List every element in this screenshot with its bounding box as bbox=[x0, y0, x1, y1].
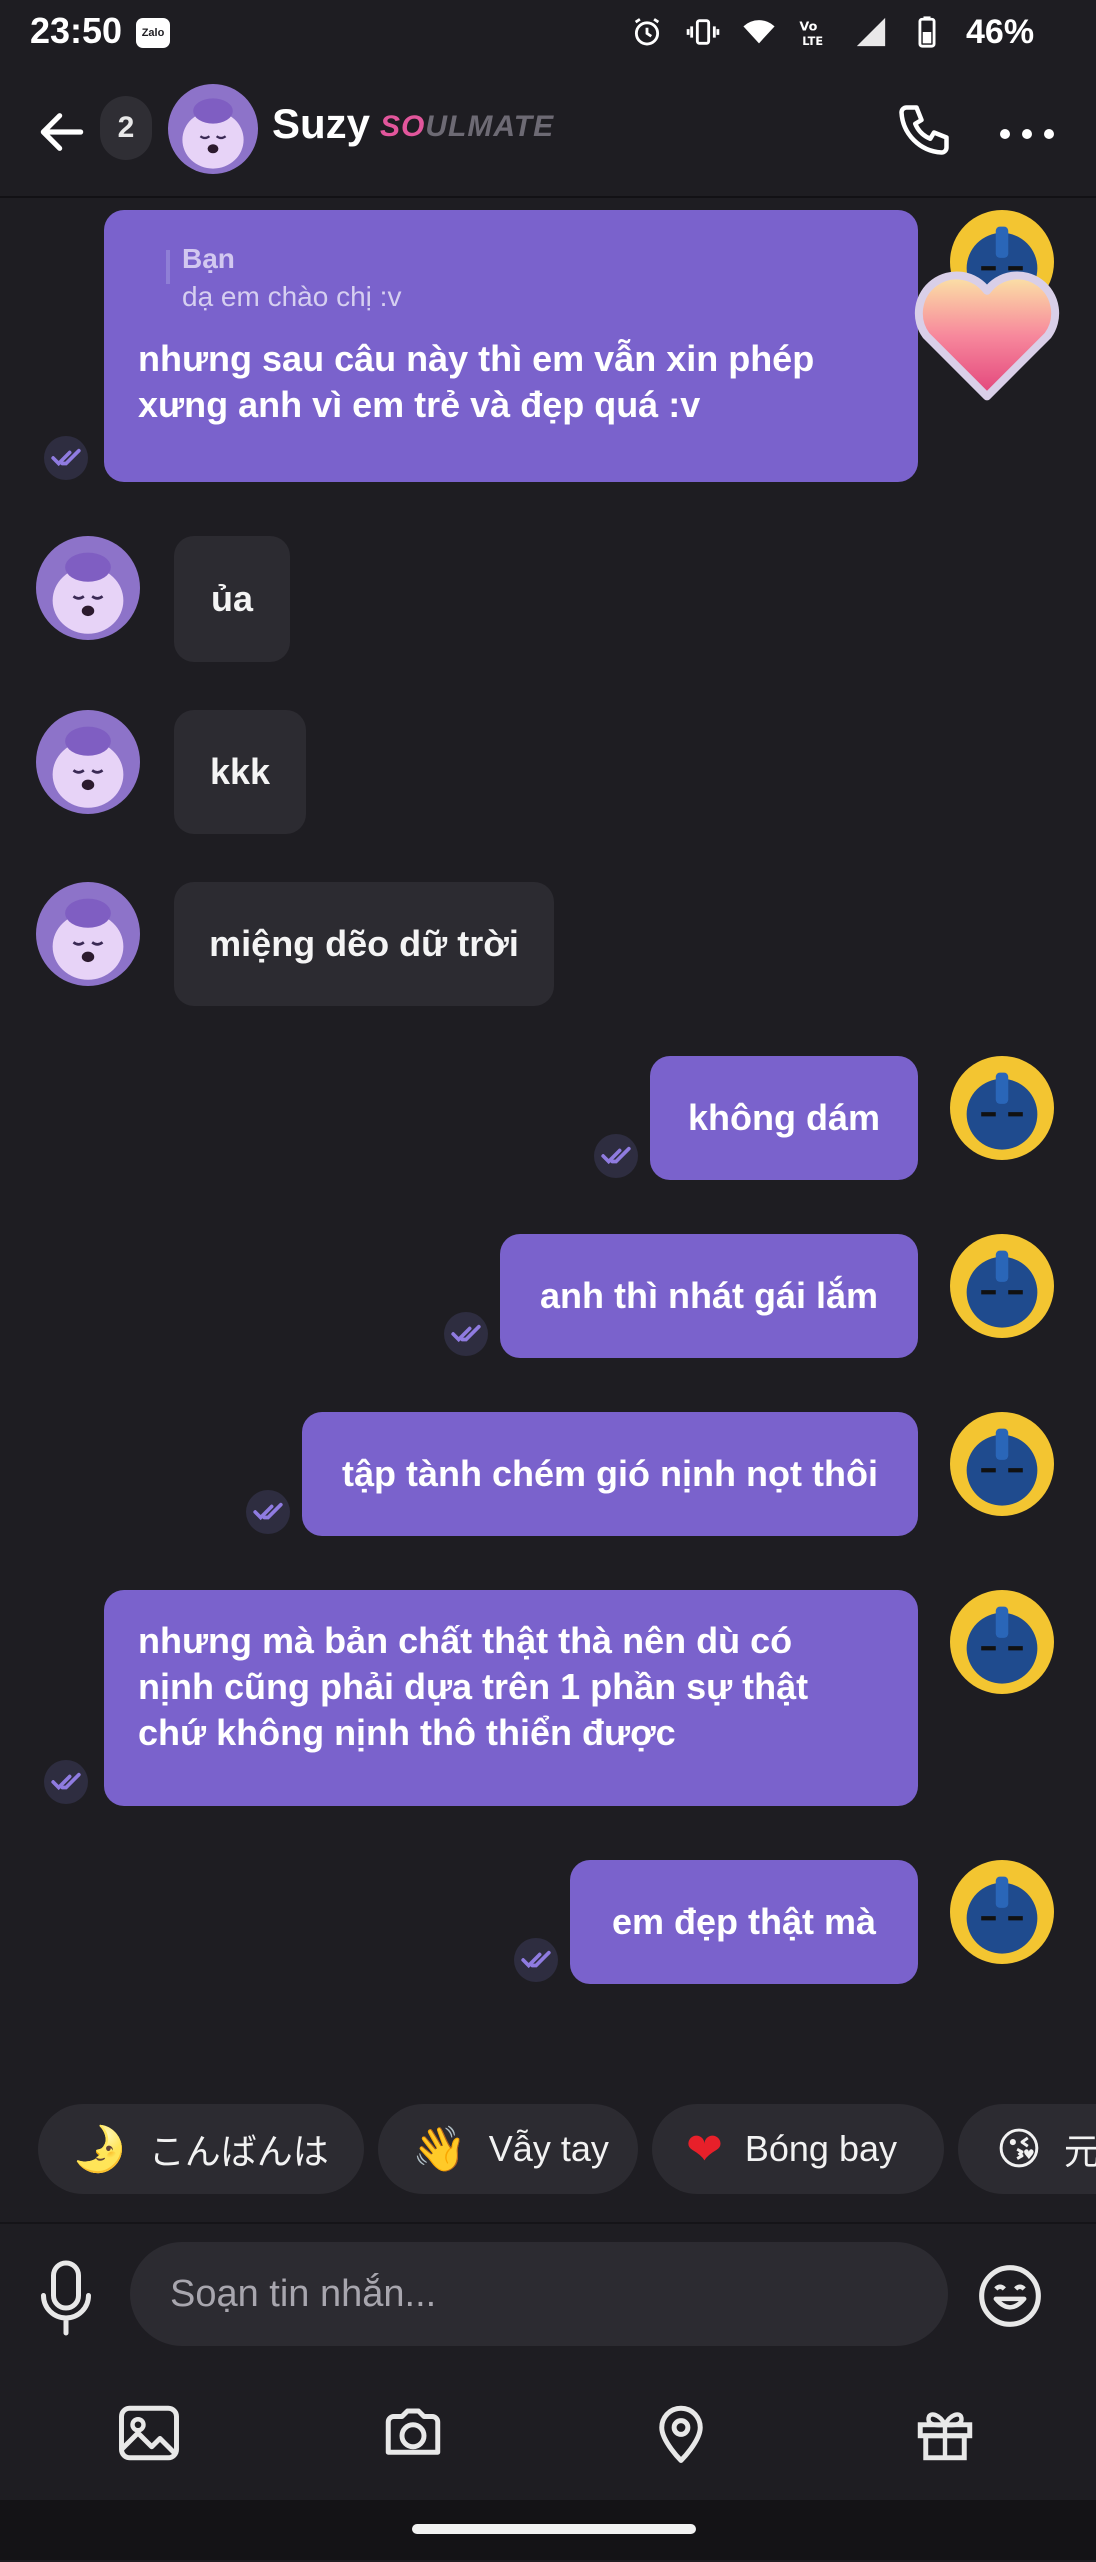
my-avatar[interactable] bbox=[950, 1590, 1054, 1694]
tag-part2: ULMATE bbox=[425, 110, 555, 143]
waving-hand-icon: 👋 bbox=[412, 2124, 467, 2175]
microphone-icon[interactable] bbox=[36, 2258, 96, 2338]
status-time: 23:50 bbox=[30, 10, 123, 51]
read-receipt-icon bbox=[594, 1134, 638, 1178]
message-input[interactable] bbox=[130, 2242, 948, 2346]
my-avatar[interactable] bbox=[950, 1860, 1054, 1964]
contact-avatar[interactable] bbox=[36, 710, 140, 814]
image-gallery-icon[interactable] bbox=[116, 2400, 182, 2466]
signal-icon bbox=[856, 17, 886, 47]
contact-avatar[interactable] bbox=[36, 882, 140, 986]
svg-text:Vo: Vo bbox=[799, 20, 817, 35]
moon-icon: 🌛 bbox=[72, 2124, 127, 2175]
message-bubble-sent[interactable]: Bạn dạ em chào chị :v nhưng sau câu này … bbox=[104, 210, 918, 482]
quick-reply-label: Bóng bay bbox=[744, 2128, 897, 2169]
message-text-line: nịnh cũng phải dựa trên 1 phần sự thật bbox=[138, 1666, 809, 1707]
quick-reply-chip[interactable]: 😘 元 bbox=[958, 2104, 1096, 2194]
heart-reaction-icon[interactable] bbox=[902, 262, 1072, 406]
quick-reply-label: Vẫy tay bbox=[488, 2128, 609, 2169]
my-avatar[interactable] bbox=[950, 1056, 1054, 1160]
home-gesture-handle[interactable] bbox=[412, 2524, 696, 2534]
read-receipt-icon bbox=[444, 1312, 488, 1356]
quick-reply-label: 元 bbox=[1063, 2131, 1096, 2172]
message-text-line: chứ không nịnh thô thiển được bbox=[138, 1712, 676, 1753]
more-options-icon[interactable] bbox=[1000, 122, 1060, 146]
contact-avatar[interactable] bbox=[36, 536, 140, 640]
quick-reply-chip[interactable]: 👋 Vẫy tay bbox=[378, 2104, 638, 2194]
status-icons: Vo LTE 46% bbox=[630, 12, 1034, 52]
quote-text: dạ em chào chị :v bbox=[182, 281, 402, 312]
message-text-line: xưng anh vì em trẻ và đẹp quá :v bbox=[138, 384, 701, 425]
svg-text:LTE: LTE bbox=[802, 34, 823, 48]
back-arrow-icon[interactable] bbox=[34, 104, 90, 160]
kissing-face-icon: 😘 bbox=[996, 2123, 1042, 2175]
tag-part1: SO bbox=[380, 110, 426, 143]
volte-icon: VoLTE bbox=[799, 20, 823, 48]
vibrate-icon bbox=[686, 19, 720, 45]
read-receipt-icon bbox=[44, 436, 88, 480]
quick-reply-chip[interactable]: ❤ Bóng bay bbox=[652, 2104, 944, 2194]
quote-bar bbox=[166, 250, 170, 284]
message-bubble-sent[interactable]: tập tành chém gió nịnh nọt thôi bbox=[302, 1412, 918, 1536]
battery-icon bbox=[918, 16, 936, 48]
location-pin-icon[interactable] bbox=[648, 2400, 714, 2466]
message-bubble-received[interactable]: ủa bbox=[174, 536, 290, 662]
wifi-icon bbox=[743, 20, 775, 44]
soulmate-tag: SOULMATE bbox=[380, 110, 554, 144]
message-text-line: nhưng sau câu này thì em vẫn xin phép bbox=[138, 338, 815, 379]
my-avatar[interactable] bbox=[950, 1234, 1054, 1338]
emoji-sticker-icon[interactable] bbox=[976, 2262, 1044, 2330]
quick-reply-label: こんばんは bbox=[148, 2131, 329, 2172]
quick-reply-chip[interactable]: 🌛 こんばんは bbox=[38, 2104, 364, 2194]
unread-count-badge[interactable]: 2 bbox=[100, 96, 152, 160]
contact-avatar[interactable] bbox=[168, 84, 258, 174]
message-bubble-sent[interactable]: không dám bbox=[650, 1056, 918, 1180]
battery-percentage: 46% bbox=[966, 12, 1035, 51]
message-text-line: nhưng mà bản chất thật thà nên dù có bbox=[138, 1620, 793, 1661]
message-bubble-sent[interactable]: em đẹp thật mà bbox=[570, 1860, 918, 1984]
message-bubble-sent[interactable]: nhưng mà bản chất thật thà nên dù có nịn… bbox=[104, 1590, 918, 1806]
read-receipt-icon bbox=[514, 1938, 558, 1982]
message-bubble-received[interactable]: miệng dẽo dữ trời bbox=[174, 882, 554, 1006]
message-bubble-sent[interactable]: anh thì nhát gái lắm bbox=[500, 1234, 918, 1358]
read-receipt-icon bbox=[44, 1760, 88, 1804]
message-bubble-received[interactable]: kkk bbox=[174, 710, 306, 834]
camera-icon[interactable] bbox=[380, 2400, 446, 2466]
alarm-icon bbox=[634, 18, 660, 46]
contact-name[interactable]: Suzy bbox=[272, 100, 370, 148]
heart-icon: ❤ bbox=[686, 2123, 723, 2175]
my-avatar[interactable] bbox=[950, 1412, 1054, 1516]
quote-author: Bạn bbox=[182, 243, 235, 274]
zalo-notification-icon: Zalo bbox=[136, 18, 170, 48]
phone-call-icon[interactable] bbox=[894, 100, 954, 160]
read-receipt-icon bbox=[246, 1490, 290, 1534]
gift-icon[interactable] bbox=[912, 2400, 978, 2466]
